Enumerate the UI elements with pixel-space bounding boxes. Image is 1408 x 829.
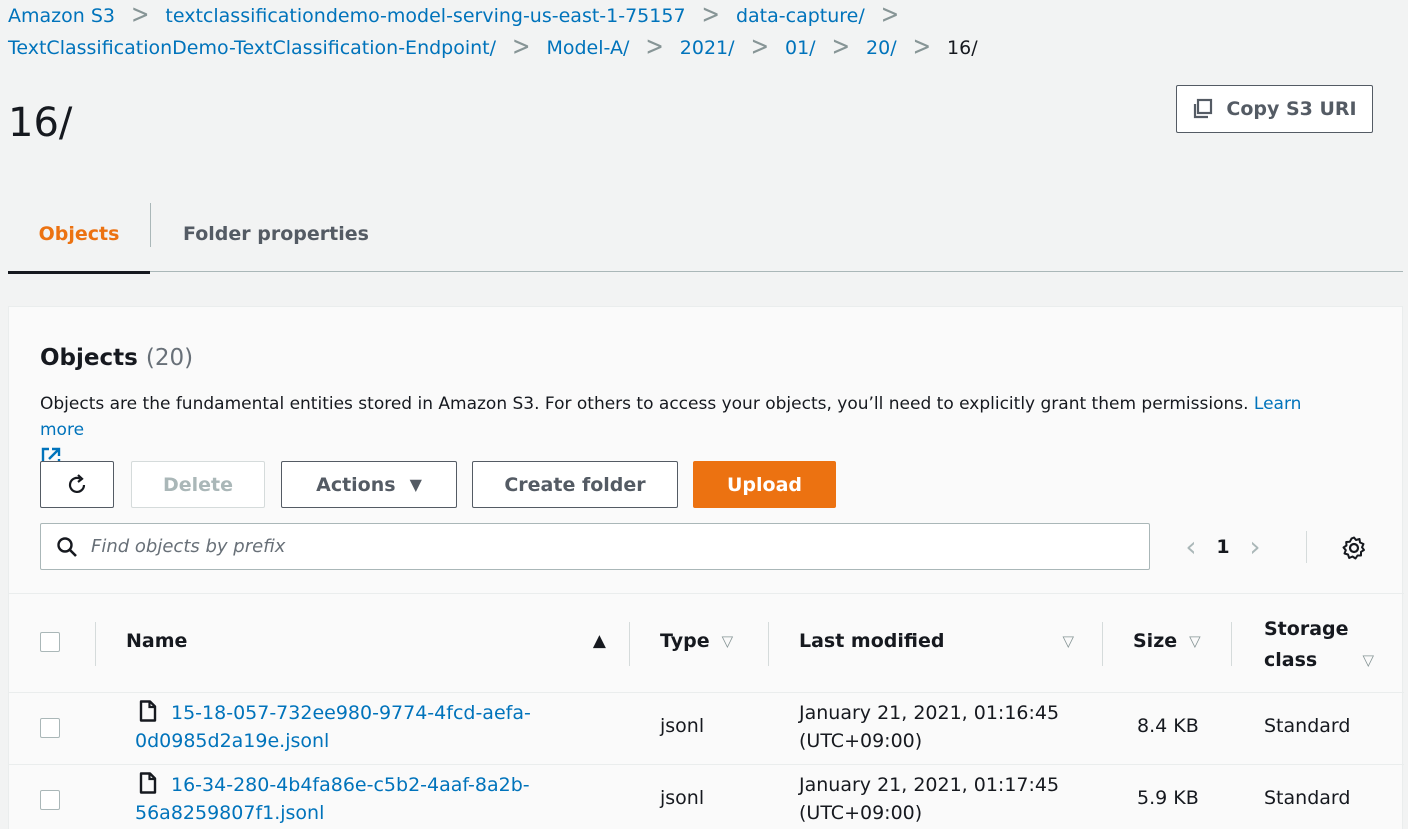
copy-s3-uri-label: Copy S3 URI [1226,98,1357,120]
create-folder-button[interactable]: Create folder [472,461,678,508]
refresh-button[interactable] [40,461,114,508]
breadcrumb: Amazon S3 > textclassificationdemo-model… [8,0,1398,64]
copy-s3-uri-button[interactable]: Copy S3 URI [1176,85,1373,133]
copy-icon [1194,98,1213,119]
breadcrumb-row-1: Amazon S3 > textclassificationdemo-model… [8,0,1398,32]
column-header-last-modified[interactable]: Last modified ▽ [799,630,1074,652]
objects-count: (20) [145,345,194,371]
breadcrumb-separator-icon: > [880,0,900,31]
objects-description: Objects are the fundamental entities sto… [40,391,1350,469]
file-icon [139,772,157,794]
object-last-modified-tz: (UTC+09:00) [799,802,923,824]
pagination: ‹ 1 › [1174,523,1272,570]
breadcrumb-row-2: TextClassificationDemo-TextClassificatio… [8,32,1398,64]
column-divider [629,622,630,666]
column-header-size-label: Size [1133,630,1178,652]
column-divider [768,622,769,666]
breadcrumb-separator-icon: > [831,32,851,63]
tab-bar: Objects Folder properties [8,196,1403,274]
chevron-right-icon[interactable]: › [1238,530,1272,563]
page-title: 16/ [8,100,73,146]
object-link[interactable]: 15-18-057-732ee980-9774-4fcd-aefa- [171,702,531,724]
object-type: jsonl [660,715,705,737]
object-link-cont[interactable]: 56a8259807f1.jsonl [135,802,324,824]
breadcrumb-separator-icon: > [701,0,720,31]
object-size: 5.9 KB [1137,787,1199,809]
column-header-storage-class[interactable]: Storage class ▽ [1264,614,1374,676]
object-link-cont[interactable]: 0d0985d2a19e.jsonl [135,730,329,752]
object-name-cell: 15-18-057-732ee980-9774-4fcd-aefa- 0d098… [135,699,531,755]
breadcrumb-amazon-s3[interactable]: Amazon S3 [8,0,115,32]
column-divider [1102,622,1103,666]
refresh-icon [68,473,86,493]
object-type: jsonl [660,787,705,809]
column-header-size[interactable]: Size ▽ [1133,630,1201,652]
column-header-storage-class-line1: Storage [1264,618,1349,640]
sort-icon: ▽ [1189,632,1201,650]
table-row[interactable]: 15-18-057-732ee980-9774-4fcd-aefa- 0d098… [9,693,1404,765]
tab-folder-properties[interactable]: Folder properties [151,196,401,272]
object-last-modified-date: January 21, 2021, 01:17:45 [799,774,1060,796]
breadcrumb-data-capture[interactable]: data-capture/ [736,0,865,32]
actions-button[interactable]: Actions ▼ [281,461,457,508]
pager-divider [1306,531,1307,563]
caret-down-icon: ▼ [409,475,422,494]
breadcrumb-separator-icon: > [750,32,769,63]
actions-label: Actions [316,473,396,496]
object-storage-class: Standard [1264,787,1351,809]
column-header-storage-class-row: class ▽ [1264,645,1374,676]
page-number[interactable]: 1 [1208,536,1238,558]
column-header-type-label: Type [660,630,710,652]
table-header: Name ▲ Type ▽ Last modified ▽ Size ▽ Sto… [9,593,1404,693]
column-header-last-modified-label: Last modified [799,630,945,652]
breadcrumb-model-a[interactable]: Model-A/ [546,32,629,64]
column-header-type[interactable]: Type ▽ [660,630,733,652]
breadcrumb-month[interactable]: 01/ [785,32,816,64]
chevron-left-icon[interactable]: ‹ [1174,530,1208,563]
column-divider [95,622,96,666]
tab-objects[interactable]: Objects [8,196,150,274]
sort-icon: ▽ [1062,632,1074,650]
object-name-cell: 16-34-280-4b4fa86e-c5b2-4aaf-8a2b- 56a82… [135,771,530,827]
object-size: 8.4 KB [1137,715,1199,737]
sort-icon: ▽ [1362,651,1374,669]
breadcrumb-separator-icon: > [130,0,150,31]
breadcrumb-day[interactable]: 20/ [866,32,897,64]
objects-description-text: Objects are the fundamental entities sto… [40,394,1249,414]
search-icon [57,536,77,557]
row-checkbox[interactable] [40,790,60,810]
objects-panel: Objects (20) Objects are the fundamental… [8,306,1404,829]
object-storage-class: Standard [1264,715,1351,737]
object-last-modified-date: January 21, 2021, 01:16:45 [799,702,1060,724]
column-divider [1231,622,1232,666]
object-last-modified: January 21, 2021, 01:17:45 (UTC+09:00) [799,771,1059,827]
table-row[interactable]: 16-34-280-4b4fa86e-c5b2-4aaf-8a2b- 56a82… [9,765,1404,829]
breadcrumb-separator-icon: > [912,32,932,63]
select-all-checkbox[interactable] [40,632,60,652]
object-last-modified-tz: (UTC+09:00) [799,730,923,752]
row-checkbox[interactable] [40,718,60,738]
delete-button[interactable]: Delete [131,461,265,508]
objects-heading-label: Objects [40,345,138,371]
sort-icon: ▽ [721,632,734,650]
breadcrumb-current: 16/ [947,37,978,59]
breadcrumb-separator-icon: > [512,32,531,63]
sort-ascending-icon: ▲ [592,631,606,651]
upload-button[interactable]: Upload [693,461,836,508]
object-last-modified: January 21, 2021, 01:16:45 (UTC+09:00) [799,699,1059,755]
breadcrumb-bucket[interactable]: textclassificationdemo-model-serving-us-… [165,0,685,32]
object-link[interactable]: 16-34-280-4b4fa86e-c5b2-4aaf-8a2b- [171,774,530,796]
column-header-name[interactable]: Name ▲ [126,630,606,652]
objects-heading: Objects (20) [40,345,193,371]
gear-icon[interactable] [1341,535,1367,561]
column-header-name-label: Name [126,630,188,652]
column-header-storage-class-line2: class [1264,649,1318,671]
file-icon [139,700,157,722]
search-box [40,523,1150,570]
breadcrumb-year[interactable]: 2021/ [680,32,735,64]
objects-table: Name ▲ Type ▽ Last modified ▽ Size ▽ Sto… [9,593,1404,829]
breadcrumb-separator-icon: > [645,32,664,63]
breadcrumb-endpoint[interactable]: TextClassificationDemo-TextClassificatio… [8,32,496,64]
search-input[interactable] [91,536,1091,557]
